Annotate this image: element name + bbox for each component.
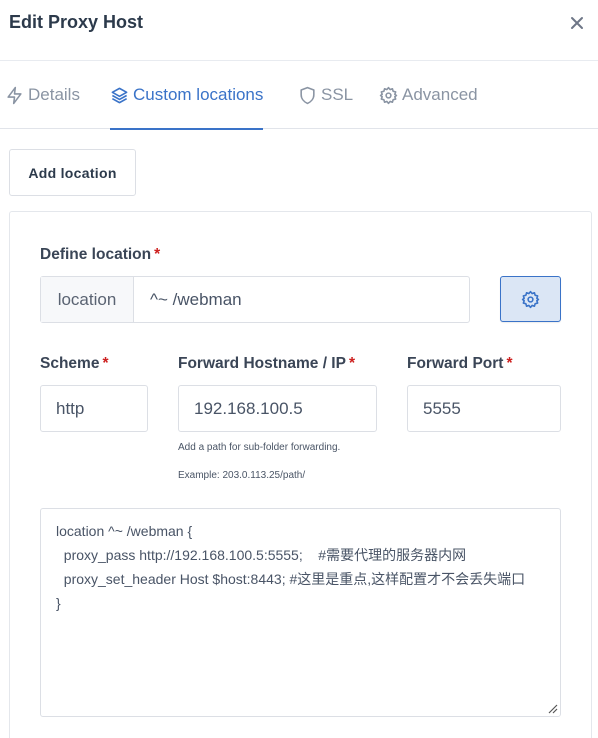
required-mark: * bbox=[506, 355, 513, 372]
gear-icon bbox=[521, 290, 540, 308]
help-example: Example: 203.0.113.25/path/ bbox=[178, 470, 306, 481]
help-text: Add a path for sub-folder forwarding. bbox=[178, 442, 341, 453]
close-icon[interactable] bbox=[566, 12, 588, 34]
tab-details[interactable]: Details bbox=[5, 61, 80, 129]
tab-label: Custom locations bbox=[133, 85, 264, 104]
tab-ssl[interactable]: SSL bbox=[298, 61, 353, 129]
location-settings-button[interactable] bbox=[500, 276, 561, 322]
add-location-button[interactable]: Add location bbox=[9, 149, 136, 196]
modal-title: Edit Proxy Host bbox=[9, 12, 144, 32]
required-mark: * bbox=[154, 246, 161, 263]
scheme-label: Scheme * bbox=[40, 355, 109, 373]
resize-handle-icon[interactable] bbox=[546, 702, 558, 714]
forward-port-label: Forward Port * bbox=[407, 355, 513, 373]
define-location-label: Define location * bbox=[40, 246, 160, 264]
define-location-text: Define location bbox=[40, 246, 152, 263]
required-mark: * bbox=[348, 355, 355, 372]
tab-bar: Details Custom locations SSL Advanced bbox=[0, 60, 598, 130]
location-path-input[interactable] bbox=[134, 277, 469, 322]
location-input-group: location bbox=[40, 276, 470, 323]
tab-advanced[interactable]: Advanced bbox=[379, 61, 478, 129]
tab-label: Advanced bbox=[402, 85, 478, 104]
layers-icon bbox=[111, 87, 128, 103]
tab-custom-locations[interactable]: Custom locations bbox=[110, 61, 264, 130]
tab-label: SSL bbox=[321, 85, 354, 104]
location-prepend: location bbox=[41, 277, 134, 322]
required-mark: * bbox=[102, 355, 109, 372]
forward-port-input[interactable] bbox=[407, 385, 561, 432]
modal-header: Edit Proxy Host bbox=[0, 0, 598, 46]
config-textarea[interactable]: location ^~ /webman { proxy_pass http://… bbox=[40, 508, 561, 717]
forward-host-input[interactable] bbox=[178, 385, 377, 432]
forward-host-label-text: Forward Hostname / IP bbox=[178, 355, 346, 372]
scheme-input[interactable] bbox=[40, 385, 148, 432]
forward-port-label-text: Forward Port bbox=[407, 355, 504, 372]
forward-host-label: Forward Hostname / IP * bbox=[178, 355, 355, 373]
scheme-label-text: Scheme bbox=[40, 355, 100, 372]
shield-icon bbox=[300, 86, 315, 104]
gear-icon bbox=[379, 86, 398, 104]
bolt-icon bbox=[7, 86, 22, 104]
tab-label: Details bbox=[28, 85, 80, 104]
